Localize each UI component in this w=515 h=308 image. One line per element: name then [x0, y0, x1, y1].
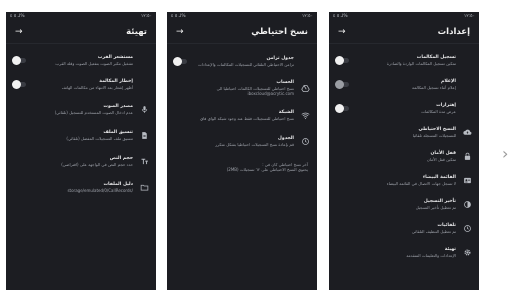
status-bar: ‏لـ ٥ ٤% ١٢:٥٠ — [167, 12, 317, 21]
call-recording-toggle[interactable] — [335, 55, 349, 65]
status-icons: ‏لـ ٥ ٤% — [333, 14, 348, 19]
status-bar: ‏لـ ٥ ٤% ١٢:٥٠ — [329, 12, 479, 21]
setting-security-lock[interactable]: قفل الأمان تمكين قفل الأمان — [329, 144, 479, 168]
vibration-toggle[interactable] — [335, 103, 349, 113]
backup-contents-text: يحتوي النسخ الاحتياطي على ٦٢ تسجيلات (2M… — [226, 167, 308, 172]
setting-whitelist[interactable]: القائمة البيضاء لا تسجل جهات الاتصال في ا… — [329, 168, 479, 192]
status-icons: ‏لـ ٥ ٤% — [171, 14, 186, 19]
setting-account[interactable]: الحساب نسخ احتياطي للتسجيلات الكالمات احت… — [167, 74, 317, 102]
status-bar: ‏لـ ٥ ٤% ١٢:٥٠ — [6, 12, 156, 21]
account-email: iboxcloud@acrytic.com — [247, 91, 294, 96]
call-notification-toggle[interactable] — [12, 79, 26, 89]
setting-text-size[interactable]: حجم النص حدد حجم النص في الواجهة على (افت… — [6, 148, 156, 174]
setting-files-directory[interactable]: دليل الملفات/storage/emulated/0/CallReco… — [6, 174, 156, 200]
app-bar: → إعدادات — [329, 21, 479, 44]
setting-call-notification[interactable]: إخطار المكالمة أظهر إشعار بعد الانتهاء من… — [6, 72, 156, 96]
clock-icon — [300, 136, 310, 146]
setting-recording-delay[interactable]: تأخير التسجيل تم تعطيل تأخير التسجيل — [329, 192, 479, 216]
setting-vibration[interactable]: إهتزازات عرض مدة المكالمات — [329, 96, 479, 120]
setting-configuration[interactable]: تهيئة الإعدادات والتعليمات المتقدمة — [329, 240, 479, 264]
configuration-screen: ‏لـ ٥ ٤% ١٢:٥٠ → تهيئة مستشعر القرب تشغيل… — [6, 12, 156, 290]
app-bar: → تهيئة — [6, 21, 156, 44]
contact-card-icon — [462, 175, 472, 185]
status-time: ١٢:٥٠ — [140, 14, 152, 19]
backup-info: آخر نسخ احتياطي كان في : يحتوي النسخ الا… — [167, 162, 317, 172]
status-time: ١٢:٥٠ — [301, 14, 313, 19]
microphone-icon — [139, 104, 149, 114]
back-arrow-icon[interactable]: → — [338, 27, 346, 37]
setting-schedule[interactable]: الجدول قم بإعادة نسخ التسجيلات احتياطيا ب… — [167, 128, 317, 154]
setting-proximity-sensor[interactable]: مستشعر القرب تشغيل مكبر الصوت بتفعيل الصو… — [6, 48, 156, 72]
setting-file-format[interactable]: تنسيق الملف تنسيق ملف التسجيلات المفضل (ت… — [6, 122, 156, 148]
setting-notification[interactable]: الإعلام إعلام أثناء تسجيل المكالمة — [329, 72, 479, 96]
proximity-toggle[interactable] — [12, 55, 26, 65]
clock-icon — [462, 223, 472, 233]
page-title: إعدادات — [437, 27, 470, 37]
cloud-upload-icon — [462, 127, 472, 137]
file-icon — [139, 130, 149, 140]
sync-schedule-toggle[interactable] — [173, 56, 187, 66]
notification-toggle[interactable] — [335, 79, 349, 89]
gear-icon — [462, 247, 472, 257]
page-title: نسخ احتياطي — [251, 27, 308, 37]
setting-sync-schedule[interactable]: جدول تزامن تزامن الاحتياطي التلقائي للتسج… — [167, 48, 317, 74]
folder-icon — [139, 182, 149, 192]
setting-network[interactable]: الشبكة نسخ احتياطي للتسجيلات فقط عند وجود… — [167, 102, 317, 128]
settings-screen: ‏لـ ٥ ٤% ١٢:٥٠ → إعدادات تسجيل المكالمات… — [329, 12, 479, 290]
back-arrow-icon[interactable]: → — [15, 27, 23, 37]
text-size-icon — [139, 156, 149, 166]
back-arrow-icon[interactable]: → — [176, 27, 184, 37]
chevron-right-icon[interactable]: › — [502, 146, 508, 162]
app-bar: → نسخ احتياطي — [167, 21, 317, 44]
status-icons: ‏لـ ٥ ٤% — [10, 14, 25, 19]
timer-icon — [462, 199, 472, 209]
page-title: تهيئة — [126, 27, 147, 37]
backup-screen: ‏لـ ٥ ٤% ١٢:٥٠ → نسخ احتياطي جدول تزامن ت… — [167, 12, 317, 290]
wifi-icon — [300, 110, 310, 120]
status-time: ١٢:٥٠ — [463, 14, 475, 19]
lock-icon — [462, 151, 472, 161]
setting-backup[interactable]: النسخ الاحتياطي للتسجيلات المسجلة تلقائيا — [329, 120, 479, 144]
setting-auto-clean[interactable]: تلقائيات تم تعطيل التنظيف التلقائي — [329, 216, 479, 240]
setting-call-recording[interactable]: تسجيل المكالمات تمكين تسجيل المكالمات الو… — [329, 48, 479, 72]
setting-audio-source[interactable]: مصدر الصوت عدم ادخال الصوت المستخدم للتسج… — [6, 96, 156, 122]
drive-icon — [300, 83, 310, 93]
